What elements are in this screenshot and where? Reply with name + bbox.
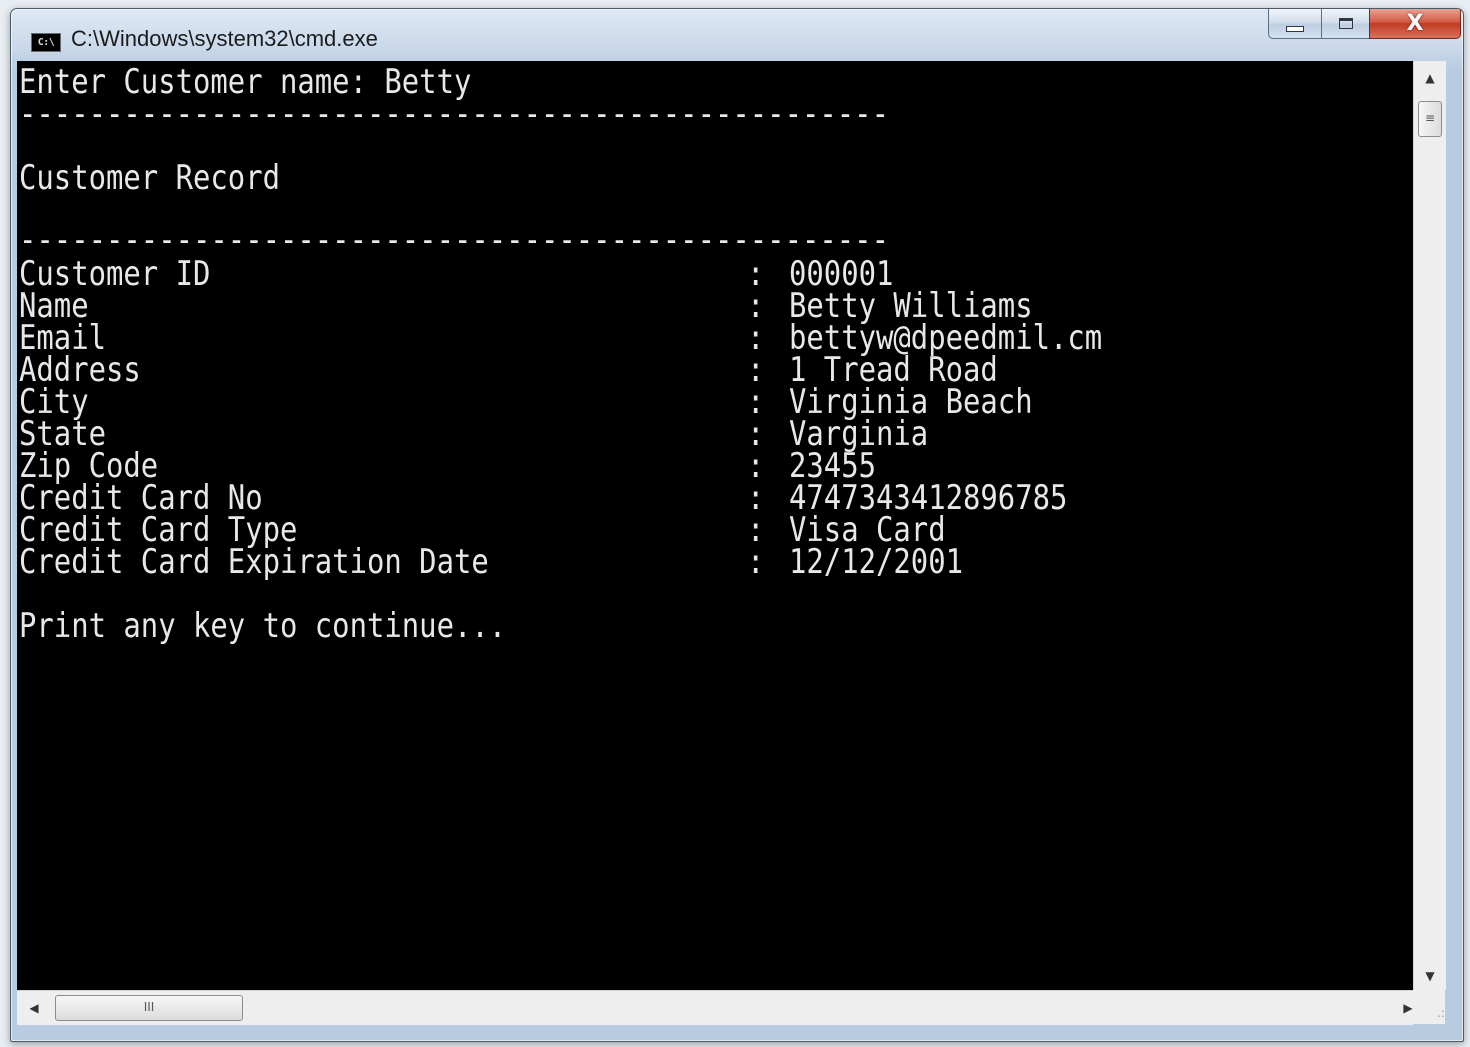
maximize-icon (1338, 18, 1353, 29)
console-output[interactable]: Enter Customer name: Betty -------------… (17, 61, 1413, 990)
separator-bottom: ----------------------------------------… (19, 220, 889, 260)
resize-grip-icon[interactable]: .: (1413, 990, 1445, 1024)
scroll-up-icon[interactable]: ▲ (1414, 65, 1446, 91)
horizontal-scroll-thumb[interactable]: III (55, 995, 243, 1021)
scroll-down-icon[interactable]: ▼ (1414, 963, 1446, 989)
title-bar[interactable]: C:\ C:\Windows\system32\cmd.exe X (11, 9, 1463, 67)
field-label: Credit Card Expiration Date (19, 542, 489, 582)
close-icon: X (1406, 10, 1424, 36)
vertical-scrollbar[interactable]: ▲ ≡ ▼ (1413, 61, 1446, 990)
separator-top: ----------------------------------------… (19, 94, 889, 134)
record-heading: Customer Record (19, 158, 280, 198)
minimize-icon (1286, 25, 1304, 32)
continue-prompt: Print any key to continue... (19, 606, 507, 646)
field-value: 12/12/2001 (789, 542, 963, 582)
minimize-button[interactable] (1268, 9, 1321, 39)
maximize-button[interactable] (1321, 9, 1369, 39)
scroll-left-icon[interactable]: ◀ (19, 991, 49, 1025)
field-colon: : (747, 542, 765, 582)
caption-buttons: X (1268, 9, 1461, 43)
window-title: C:\Windows\system32\cmd.exe (71, 26, 378, 51)
close-button[interactable]: X (1369, 9, 1461, 39)
horizontal-scrollbar[interactable]: ◀ III ▶ (17, 990, 1413, 1025)
cmd-icon[interactable]: C:\ (31, 33, 61, 52)
vertical-scroll-thumb[interactable]: ≡ (1418, 101, 1442, 137)
